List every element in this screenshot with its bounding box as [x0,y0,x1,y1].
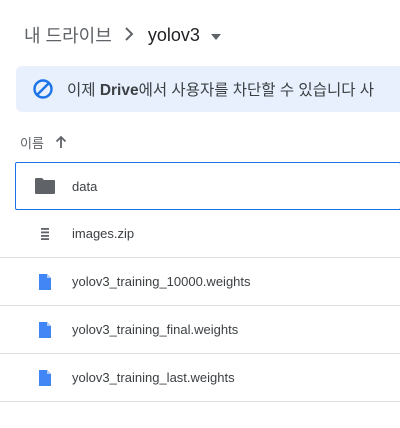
file-row-weights-10000[interactable]: yolov3_training_10000.weights [0,258,400,306]
file-row-weights-last[interactable]: yolov3_training_last.weights [0,354,400,402]
document-icon [34,319,56,341]
folder-menu-dropdown-icon[interactable] [210,25,222,46]
banner-message: 이제 Drive에서 사용자를 차단할 수 있습니다 사 [67,78,374,100]
file-name: yolov3_training_last.weights [72,370,235,385]
sort-ascending-arrow-icon[interactable] [54,135,68,149]
sort-by-name-label[interactable]: 이름 [20,133,44,152]
file-row-data[interactable]: data [15,162,400,210]
breadcrumb: 내 드라이브 yolov3 [24,18,222,52]
breadcrumb-current-folder[interactable]: yolov3 [148,25,200,46]
file-list: data images.zip yolov3_training_10000.we… [0,162,400,402]
document-icon [34,271,56,293]
folder-icon [34,175,56,197]
banner-text-before: 이제 [67,82,100,99]
banner-text-bold: Drive [99,82,139,99]
sort-header: 이름 [20,130,68,154]
zip-file-icon [34,223,56,245]
file-name: images.zip [72,226,135,241]
file-name: yolov3_training_final.weights [72,322,239,337]
breadcrumb-separator-icon [124,25,134,46]
block-icon [32,78,54,100]
document-icon [34,367,56,389]
file-row-weights-final[interactable]: yolov3_training_final.weights [0,306,400,354]
notification-banner[interactable]: 이제 Drive에서 사용자를 차단할 수 있습니다 사 [16,66,400,112]
banner-text-after: 에서 사용자를 차단할 수 있습니다 사 [138,82,375,99]
file-row-images-zip[interactable]: images.zip [0,210,400,258]
drive-page: 내 드라이브 yolov3 이제 Drive에서 사용자를 차단할 수 있습니다… [0,0,400,428]
breadcrumb-my-drive[interactable]: 내 드라이브 [24,22,112,48]
file-name: yolov3_training_10000.weights [72,274,251,289]
file-name: data [72,178,98,194]
